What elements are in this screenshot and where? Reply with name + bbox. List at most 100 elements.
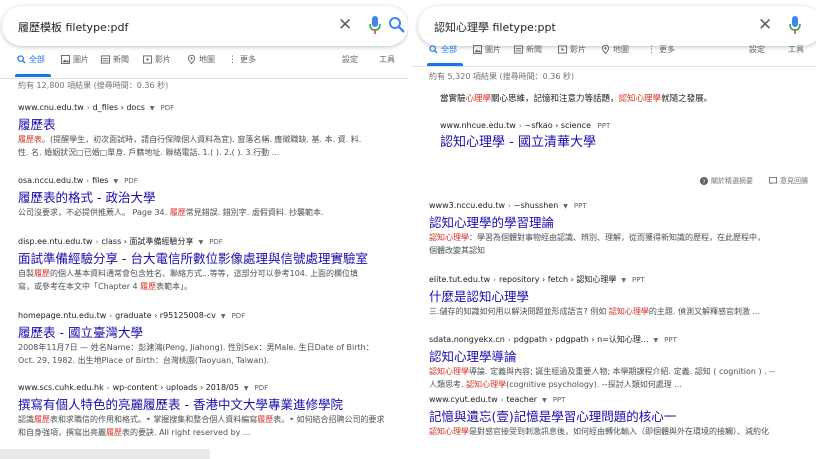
file-type-badge: PPT: [631, 276, 645, 284]
text: 的個人基本資料通常會包含姓名、聯絡方式...等等，這部分可以參考104. 上面的…: [50, 269, 358, 278]
text: 性. 名. 婚姻狀況□已婚□單身. 戶籍地址. 聯絡電話. 1.( ). 2.(…: [18, 148, 280, 157]
search-result: elite.tut.edu.tw › repository › fetch › 認知…: [429, 274, 809, 318]
result-cite[interactable]: www.cnu.edu.tw › d_files › docs ▼ PDF: [18, 102, 398, 114]
map-pin-icon: [601, 45, 610, 54]
cite-domain: homepage.ntu.edu.tw: [18, 311, 107, 320]
search-bar[interactable]: 認知心理學 filetype:ppt ✕: [418, 6, 816, 46]
result-title-link[interactable]: 履歷表: [18, 116, 398, 133]
result-snippet-line: 自製履歷的個人基本資料通常會包含姓名、聯絡方式...等等，這部分可以參考104.…: [18, 268, 398, 280]
featured-snippet-text: 當實驗心理學關心思維，記憶和注意力等話題，認知心理學就隨之發展。: [440, 93, 796, 105]
search-result: www.scs.cuhk.edu.hk › wp-content › uploads…: [18, 382, 398, 439]
search-result: www3.nccu.edu.tw › ~shusshen ▼ PPT 認知心理學的學習理論…: [429, 200, 809, 257]
tools-link[interactable]: 工具: [788, 44, 804, 55]
result-cite[interactable]: elite.tut.edu.tw › repository › fetch › 認知…: [429, 274, 809, 286]
result-title-link[interactable]: 撰寫有個人特色的亮麗履歷表 - 香港中文大學專業進修學院: [18, 396, 398, 413]
result-snippet-line: 2008年11月7日 — 姓名Name：彭建鴻(Peng, Jiahong). …: [18, 342, 398, 354]
feedback-link[interactable]: 意見回饋: [769, 176, 808, 186]
highlight: 履歷: [169, 208, 186, 217]
tab-videos[interactable]: 影片: [558, 44, 586, 55]
clear-icon[interactable]: ✕: [758, 15, 772, 35]
tab-images[interactable]: 圖片: [473, 44, 501, 55]
tab-news[interactable]: 新聞: [101, 54, 129, 65]
tab-maps[interactable]: 地圖: [187, 54, 215, 65]
highlight: 履歷: [34, 269, 50, 278]
highlight: 履歷: [34, 415, 50, 424]
result-title-link[interactable]: 認知心理學 - 國立清華大學: [440, 134, 796, 151]
clear-icon[interactable]: ✕: [338, 15, 352, 35]
breadcrumb-separator: ›: [508, 202, 511, 210]
result-title-link[interactable]: 履歷表的格式 - 政治大學: [18, 189, 398, 206]
result-cite[interactable]: osa.nccu.edu.tw › files ▼ PDF: [18, 175, 398, 187]
tabs-divider: [412, 66, 816, 67]
more-vert-icon: ⋮: [647, 44, 656, 55]
tab-more[interactable]: ⋮ 更多: [228, 54, 256, 65]
text: 關心思維，記憶和注意力等話題，: [491, 94, 619, 104]
result-title-link[interactable]: 認知心理學的學習理論: [429, 214, 809, 231]
news-icon: [101, 55, 110, 64]
chevron-down-icon[interactable]: ▼: [542, 397, 547, 404]
result-snippet-line: 三.儲存的知識如何用以解決問題並形成語言? 例如 認知心理學的主題. 偵測又解釋…: [429, 306, 809, 318]
chevron-down-icon[interactable]: ▼: [221, 313, 226, 320]
chevron-down-icon[interactable]: ▼: [563, 203, 568, 210]
about-featured-snippets[interactable]: ? 關於精選摘要: [700, 176, 753, 186]
search-result: osa.nccu.edu.tw › files ▼ PDF 履歷表的格式 - 政治大學 公司…: [18, 175, 398, 219]
tab-all[interactable]: 全部: [429, 44, 457, 55]
text: 和自身強項，撰寫出亮麗: [18, 428, 106, 437]
chevron-down-icon[interactable]: ▼: [621, 277, 626, 284]
video-icon: [558, 45, 567, 54]
right-search-panel: 認知心理學 filetype:ppt ✕ 全部 圖片 新聞 影片 地圖 ⋮ 更多…: [412, 0, 816, 459]
text: 表範本」。: [156, 282, 193, 291]
tab-all[interactable]: 全部: [17, 54, 45, 65]
text: 公司沒要求，不必提供推薦人。 Page 34.: [18, 208, 170, 217]
tools-link[interactable]: 工具: [379, 54, 395, 65]
text: 自製: [18, 269, 34, 278]
horizontal-scrollbar[interactable]: [0, 449, 210, 459]
result-cite[interactable]: homepage.ntu.edu.tw › graduate › r95125008…: [18, 310, 398, 322]
search-query[interactable]: 認知心理學 filetype:ppt: [434, 19, 556, 35]
text: 當實驗: [440, 94, 466, 104]
highlight: 認知心理學: [429, 427, 469, 436]
text: 導論. 定義與內容; 誕生經過及重要人物; 本學期課程介紹. 定義. 認知 ( …: [469, 367, 775, 376]
result-title-link[interactable]: 認知心理學導論: [429, 348, 809, 365]
chevron-down-icon[interactable]: ▼: [654, 337, 659, 344]
result-cite[interactable]: www.nhcue.edu.tw › ~sfkao › science PPT: [440, 120, 796, 132]
search-icon[interactable]: [388, 15, 406, 35]
result-snippet-line: Oct. 29, 1982. 出生地Place of Birth：台灣桃園(Ta…: [18, 355, 398, 367]
tab-images[interactable]: 圖片: [61, 54, 89, 65]
result-stats: 約有 5,320 項結果 (搜尋時間：0.36 秒): [429, 72, 575, 81]
result-snippet-line: 認知心理學：學習為個體對事物經由認識、辨別、理解，從而獲得新知識的歷程，在此歷程…: [429, 232, 809, 244]
search-query[interactable]: 履歷模板 filetype:pdf: [18, 19, 128, 35]
result-cite[interactable]: www3.nccu.edu.tw › ~shusshen ▼ PPT: [429, 200, 809, 212]
tab-more[interactable]: ⋮ 更多: [647, 44, 675, 55]
cite-path: d_files › docs: [92, 103, 145, 112]
breadcrumb-separator: ›: [500, 396, 504, 404]
result-cite[interactable]: disp.ee.ntu.edu.tw › class › 面試準備經驗分享 ▼ PDF: [18, 236, 398, 248]
chevron-down-icon[interactable]: ▼: [199, 239, 204, 246]
result-title-link[interactable]: 記憶與遺忘(壹)記憶是學習心理問題的核心一: [429, 408, 809, 425]
highlight: 認知心理學: [466, 380, 507, 389]
settings-link[interactable]: 設定: [749, 44, 765, 55]
search-bar[interactable]: 履歷模板 filetype:pdf ✕: [2, 6, 408, 46]
file-type-badge: PDF: [231, 312, 246, 320]
result-cite[interactable]: sdata.nongyekx.cn › pdgpath › pdgpath › n=…: [429, 334, 809, 346]
chevron-down-icon[interactable]: ▼: [150, 105, 155, 112]
result-snippet-line: 寫，或參考在本文中「Chapter 4 履歷表範本」。: [18, 281, 398, 293]
mic-icon[interactable]: [789, 15, 801, 35]
result-title-link[interactable]: 什麼是認知心理學: [429, 288, 809, 305]
chevron-down-icon[interactable]: ▼: [244, 385, 249, 392]
video-icon: [143, 55, 152, 64]
text: 2008年11月7日 — 姓名Name：彭建鴻(Peng, Jiahong). …: [18, 343, 374, 352]
tab-maps[interactable]: 地圖: [601, 44, 629, 55]
result-cite[interactable]: www.scs.cuhk.edu.hk › wp-content › uploads…: [18, 382, 398, 394]
tab-news[interactable]: 新聞: [514, 44, 542, 55]
result-title-link[interactable]: 履歷表 - 國立臺灣大學: [18, 324, 398, 341]
result-title-link[interactable]: 面試準備經驗分享 - 台大電信所數位影像處理與信號處理實驗室: [18, 250, 398, 267]
settings-link[interactable]: 設定: [342, 54, 358, 65]
result-snippet-line: 公司沒要求，不必提供推薦人。 Page 34. 履歷常見錯誤. 錯別字. 虛假資…: [18, 207, 398, 219]
result-cite[interactable]: www.cyut.edu.tw › teacher ▼ PPT: [429, 394, 809, 406]
text: ：學習為個體對事物經由認識、辨別、理解，從而獲得新知識的歷程，在此歷程中，: [469, 233, 765, 242]
cite-path: repository › fetch › 認知心理學: [498, 275, 617, 284]
tab-videos[interactable]: 影片: [143, 54, 171, 65]
chevron-down-icon[interactable]: ▼: [113, 178, 118, 185]
mic-icon[interactable]: [369, 15, 381, 35]
